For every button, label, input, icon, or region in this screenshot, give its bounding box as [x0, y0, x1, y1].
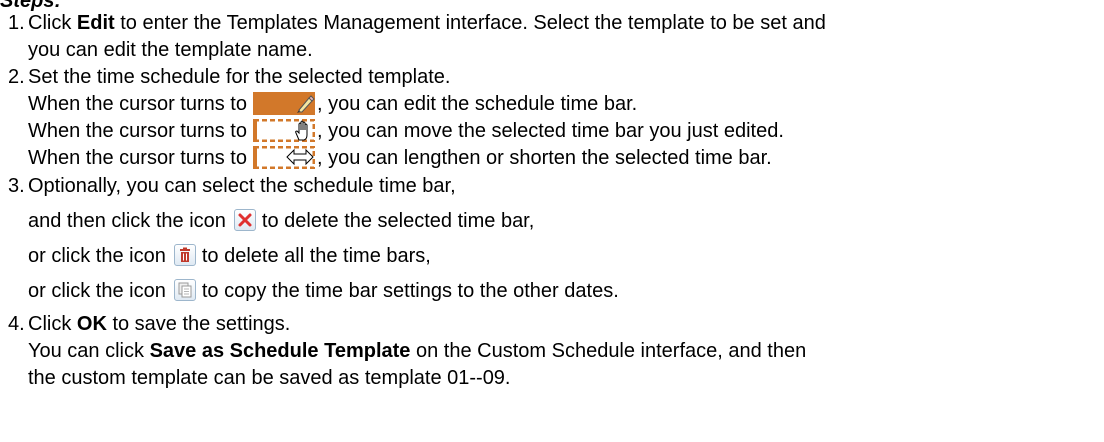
- cursor-line-edit-after: , you can edit the schedule time bar.: [316, 93, 638, 115]
- icon-line-delete-all-before: or click the icon: [28, 245, 166, 267]
- icon-line-delete-all: or click the icon to delete all the time…: [28, 244, 431, 268]
- step-2-line: 2. Set the time schedule for the selected…: [8, 65, 450, 89]
- cursor-line-resize-after: , you can lengthen or shorten the select…: [316, 147, 772, 169]
- step-4-text-post: to save the settings.: [106, 313, 291, 335]
- icon-line-delete-selected-before: and then click the icon: [28, 210, 226, 232]
- step-1-number: 1.: [8, 12, 25, 34]
- step-4-note-line-a: You can click Save as Schedule Template …: [28, 339, 806, 363]
- step-4-line: 4. Click OK to save the settings.: [8, 312, 290, 336]
- delete-all-icon: [173, 244, 196, 266]
- cursor-line-move-after: , you can move the selected time bar you…: [316, 120, 784, 142]
- step-1-line-b: you can edit the template name.: [28, 39, 313, 61]
- edit-keyword: Edit: [76, 12, 115, 34]
- copy-icon: [173, 279, 196, 301]
- step-1-line-a: 1. Click Edit to enter the Templates Mana…: [8, 11, 826, 35]
- pencil-cursor-bar-icon: [252, 92, 315, 115]
- icon-line-delete-selected-after: to delete the selected time bar,: [261, 210, 535, 232]
- step-3-number: 3.: [8, 175, 25, 197]
- cursor-line-move: When the cursor turns to , you can move …: [28, 118, 784, 143]
- step-4-text-pre: Click: [28, 313, 77, 335]
- save-as-template-keyword: Save as Schedule Template: [149, 340, 411, 362]
- cursor-line-resize: When the cursor turns to , you can lengt…: [28, 145, 772, 170]
- delete-selected-icon: [233, 209, 256, 231]
- cursor-line-edit: When the cursor turns to , you can edit …: [28, 92, 637, 116]
- step-1-text-pre: Click: [28, 12, 77, 34]
- step-3-line: 3. Optionally, you can select the schedul…: [8, 174, 456, 198]
- hand-cursor-bar-icon: [252, 118, 316, 143]
- icon-line-copy-before: or click the icon: [28, 280, 166, 302]
- step-4-note-pre: You can click: [28, 340, 150, 362]
- icon-line-copy: or click the icon to copy the time bar s…: [28, 279, 619, 303]
- step-2-number: 2.: [8, 66, 25, 88]
- icon-line-delete-selected: and then click the icon to delete the se…: [28, 209, 534, 233]
- step-2-text: Set the time schedule for the selected t…: [28, 66, 451, 88]
- step-4-number: 4.: [8, 313, 25, 335]
- ok-keyword: OK: [76, 313, 107, 335]
- step-4-note-post: on the Custom Schedule interface, and th…: [410, 340, 807, 362]
- cursor-line-move-before: When the cursor turns to: [28, 120, 247, 142]
- resize-cursor-bar-icon: [252, 145, 316, 170]
- icon-line-delete-all-after: to delete all the time bars,: [201, 245, 431, 267]
- cursor-line-resize-before: When the cursor turns to: [28, 147, 247, 169]
- step-3-text: Optionally, you can select the schedule …: [28, 175, 456, 197]
- step-1-text-post: to enter the Templates Management interf…: [114, 12, 826, 34]
- icon-line-copy-after: to copy the time bar settings to the oth…: [201, 280, 619, 302]
- step-4-note-line-b: the custom template can be saved as temp…: [28, 367, 511, 389]
- cursor-line-edit-before: When the cursor turns to: [28, 93, 247, 115]
